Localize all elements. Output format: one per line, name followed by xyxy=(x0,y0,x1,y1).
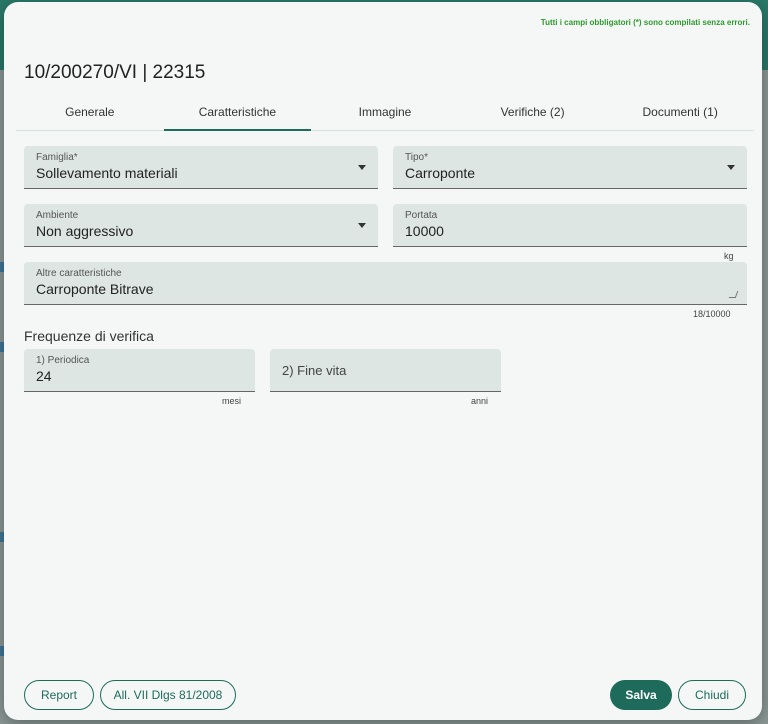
famiglia-value: Sollevamento materiali xyxy=(36,165,178,181)
tipo-select[interactable]: Tipo* Carroponte xyxy=(393,146,747,189)
dropdown-arrow-icon[interactable] xyxy=(358,223,366,228)
ambiente-select[interactable]: Ambiente Non aggressivo xyxy=(24,204,378,247)
altre-caratteristiche-textarea[interactable]: Altre caratteristiche Carroponte Bitrave xyxy=(24,262,747,305)
tab-generale[interactable]: Generale xyxy=(16,98,164,130)
ambiente-label: Ambiente xyxy=(36,210,79,221)
tab-verifiche[interactable]: Verifiche (2) xyxy=(459,98,607,130)
close-button[interactable]: Chiudi xyxy=(678,680,746,710)
altre-label: Altre caratteristiche xyxy=(36,268,122,279)
tab-immagine[interactable]: Immagine xyxy=(311,98,459,130)
tab-bar: Generale Caratteristiche Immagine Verifi… xyxy=(16,98,754,131)
famiglia-label: Famiglia* xyxy=(36,152,78,163)
tipo-label: Tipo* xyxy=(405,152,428,163)
fine-vita-placeholder: 2) Fine vita xyxy=(282,363,347,378)
tipo-value: Carroponte xyxy=(405,165,476,181)
char-counter: 18/10000 xyxy=(693,309,731,319)
tab-caratteristiche[interactable]: Caratteristiche xyxy=(163,98,312,131)
save-button[interactable]: Salva xyxy=(610,680,672,710)
periodica-label: 1) Periodica xyxy=(36,355,90,366)
report-button[interactable]: Report xyxy=(24,680,94,710)
portata-unit: kg xyxy=(724,251,734,261)
dialog-title: 10/200270/VI | 22315 xyxy=(24,62,206,83)
edit-dialog: Tutti i campi obbligatori (*) sono compi… xyxy=(4,2,762,720)
periodica-input[interactable]: 1) Periodica 24 xyxy=(24,349,255,392)
portata-label: Portata xyxy=(405,210,438,221)
validation-status: Tutti i campi obbligatori (*) sono compi… xyxy=(540,18,750,27)
periodica-unit: mesi xyxy=(222,396,242,406)
portata-input[interactable]: Portata 10000 xyxy=(393,204,747,247)
tab-documenti[interactable]: Documenti (1) xyxy=(606,98,754,130)
resize-handle-icon[interactable] xyxy=(728,291,739,298)
frequenze-heading: Frequenze di verifica xyxy=(24,328,154,344)
fine-vita-unit: anni xyxy=(471,396,489,406)
altre-value: Carroponte Bitrave xyxy=(36,281,154,297)
ambiente-value: Non aggressivo xyxy=(36,223,134,239)
allegato-button[interactable]: All. VII Dlgs 81/2008 xyxy=(100,680,236,710)
fine-vita-input[interactable]: 2) Fine vita xyxy=(270,349,501,392)
dropdown-arrow-icon[interactable] xyxy=(727,165,735,170)
famiglia-select[interactable]: Famiglia* Sollevamento materiali xyxy=(24,146,378,189)
periodica-value: 24 xyxy=(36,368,52,384)
dropdown-arrow-icon[interactable] xyxy=(358,165,366,170)
portata-value: 10000 xyxy=(405,223,444,239)
